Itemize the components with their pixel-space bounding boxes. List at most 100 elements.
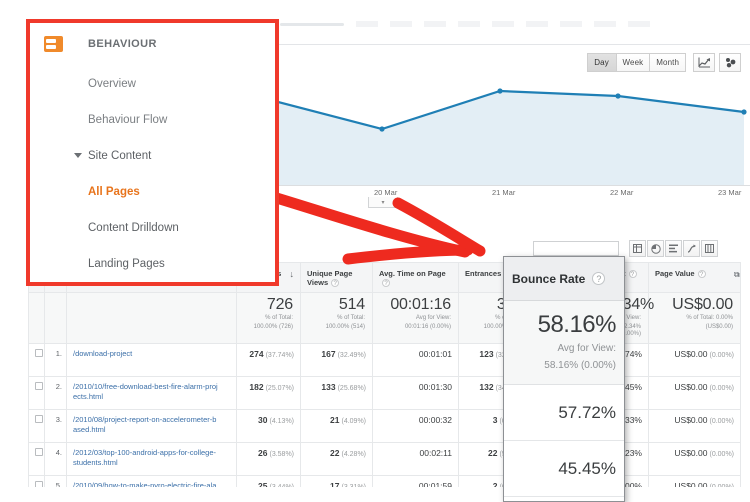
summary-avgtime-line2: 00:01:16 (0.00%) xyxy=(404,323,451,330)
page-path-link[interactable]: /download-project xyxy=(73,349,230,359)
behaviour-nav-highlight: BEHAVIOUR Overview Behaviour Flow Site C… xyxy=(26,19,279,286)
popup-summary: 58.16% Avg for View: 58.16% (0.00%) xyxy=(504,301,624,385)
pie-chart-glyph xyxy=(650,243,661,254)
help-icon[interactable]: ? xyxy=(592,272,606,285)
row-pageviews: 274 (37.74%) xyxy=(236,343,301,378)
sidebar-item-label: All Pages xyxy=(88,186,140,198)
table-row[interactable]: 4. /2012/03/top-100-android-apps-for-col… xyxy=(28,270,741,477)
pageviews-pct: (25.07%) xyxy=(265,385,294,393)
sessions-line-chart xyxy=(277,82,750,188)
line-chart-glyph xyxy=(698,57,710,68)
row-page-value: US$0.00(0.00%) xyxy=(648,442,741,477)
sidebar-item-label: Overview xyxy=(88,78,136,90)
col-page-value[interactable]: Page Value? xyxy=(648,262,741,293)
granularity-week-button[interactable]: Week xyxy=(615,53,650,72)
row-checkbox[interactable] xyxy=(35,415,43,424)
help-icon[interactable]: ? xyxy=(331,279,340,288)
row-page-cell[interactable]: /2010/08/project-report-on-accelerometer… xyxy=(66,270,740,444)
row-page-value: US$0.00(0.00%) xyxy=(648,409,741,444)
value-pct: (0.00%) xyxy=(709,418,734,426)
unique-pct: (4.09%) xyxy=(341,418,366,426)
pageviews-value: 274 xyxy=(249,349,264,360)
table-view-icon[interactable] xyxy=(629,240,646,257)
pageviews-value: 26 xyxy=(258,448,268,459)
help-icon[interactable]: ? xyxy=(697,270,706,279)
unique-value: 133 xyxy=(321,382,336,393)
table-view-toolbar xyxy=(629,240,718,257)
sidebar-item-all-pages[interactable]: All Pages xyxy=(30,174,275,210)
chevron-down-icon[interactable] xyxy=(74,153,82,158)
table-row[interactable]: 3. /2010/08/project-report-on-accelerome… xyxy=(28,270,741,444)
row-checkbox-cell[interactable] xyxy=(28,376,45,411)
entrances-value: 132 xyxy=(479,382,494,393)
table-row[interactable]: 2. /2010/10/free-download-best-fire-alar… xyxy=(28,270,741,411)
chart-date-handle[interactable]: ▾ xyxy=(368,197,398,208)
table-view-glyph xyxy=(633,244,642,253)
row-checkbox-cell[interactable] xyxy=(28,442,45,477)
sidebar-item-label: Landing Pages xyxy=(88,258,165,270)
scatter-plot-glyph xyxy=(725,58,735,68)
chart-x-tick-labels: 20 Mar 21 Mar 22 Mar 23 Mar xyxy=(278,186,750,202)
bar-chart-icon[interactable] xyxy=(665,240,682,257)
bar-chart-glyph xyxy=(668,244,678,253)
comparison-icon[interactable] xyxy=(683,240,700,257)
row-checkbox-cell[interactable] xyxy=(28,343,45,378)
header-ghost-text xyxy=(356,21,656,27)
page-path-link[interactable]: /2010/08/project-report-on-accelerometer… xyxy=(73,415,230,435)
col-entrances-label: Entrances xyxy=(465,269,502,278)
table-search-input[interactable] xyxy=(533,241,619,256)
row-checkbox-cell[interactable] xyxy=(28,409,45,444)
pie-chart-icon[interactable] xyxy=(647,240,664,257)
pageviews-pct: (4.13%) xyxy=(269,418,294,426)
row-unique: 133 (25.68%) xyxy=(300,376,373,411)
granularity-button-group: Day Week Month xyxy=(586,53,686,72)
page-path-link[interactable]: /2012/03/top-100-android-apps-for-colleg… xyxy=(73,448,230,468)
value-pct: (0.00%) xyxy=(709,385,734,393)
pageviews-pct: (37.74%) xyxy=(265,352,294,360)
unique-value: 22 xyxy=(330,448,340,459)
row-page-cell[interactable]: /2010/10/free-download-best-fire-alarm-p… xyxy=(66,270,740,411)
popup-title: Bounce Rate xyxy=(512,271,586,286)
sidebar-item-content-drilldown[interactable]: Content Drilldown xyxy=(30,210,275,246)
sidebar-item-overview[interactable]: Overview xyxy=(30,66,275,102)
row-page-cell[interactable]: /2012/03/top-100-android-apps-for-colleg… xyxy=(66,270,740,477)
sidebar-item-label: Content Drilldown xyxy=(88,222,179,234)
summary-unique-line2: 100.00% (514) xyxy=(325,323,365,330)
sidebar-item-site-content[interactable]: Site Content xyxy=(30,138,275,174)
scatter-plot-icon[interactable] xyxy=(719,53,741,72)
comparison-glyph xyxy=(687,244,696,253)
table-summary-row: 726 % of Total: 100.00% (726) 514 % of T… xyxy=(28,291,741,345)
col-unique-pageviews[interactable]: Unique Page Views? xyxy=(300,262,373,293)
row-pageviews: 26 (3.58%) xyxy=(236,442,301,477)
summary-blank xyxy=(28,291,45,345)
row-checkbox[interactable] xyxy=(35,382,43,391)
sidebar-item-behaviour-flow[interactable]: Behaviour Flow xyxy=(30,102,275,138)
header-divider xyxy=(278,44,750,45)
row-page-cell[interactable]: /download-project ⧉ xyxy=(66,270,740,378)
col-avg-time-on-page[interactable]: Avg. Time on Page? xyxy=(372,262,459,293)
pivot-table-icon[interactable] xyxy=(701,240,718,257)
page-path-link[interactable]: /2010/10/free-download-best-fire-alarm-p… xyxy=(73,382,230,402)
row-index: 4. xyxy=(44,442,67,477)
chart-svg xyxy=(277,88,747,185)
sidebar-item-label: Behaviour Flow xyxy=(88,114,168,126)
granularity-month-button[interactable]: Month xyxy=(649,53,686,72)
help-icon[interactable]: ? xyxy=(382,279,390,288)
value-pct: (0.00%) xyxy=(709,451,734,459)
summary-value-line1: % of Total: 0.00% xyxy=(686,314,733,321)
table-row[interactable]: 1. /download-project ⧉ 274 (37.74%) 167 (32… xyxy=(28,270,741,378)
row-checkbox[interactable] xyxy=(35,448,43,457)
chart-point xyxy=(741,109,747,115)
sidebar-item-landing-pages[interactable]: Landing Pages xyxy=(30,246,275,282)
row-checkbox[interactable] xyxy=(35,349,43,358)
line-chart-icon[interactable] xyxy=(693,53,715,72)
granularity-day-button[interactable]: Day xyxy=(586,53,616,72)
pivot-table-glyph xyxy=(705,244,714,253)
entrances-value: 123 xyxy=(479,349,494,360)
row-unique: 22 (4.28%) xyxy=(300,442,373,477)
help-icon[interactable]: ? xyxy=(628,270,637,279)
value-amount: US$0.00 xyxy=(674,382,708,393)
summary-value-line2: (US$0.00) xyxy=(705,323,733,330)
sort-descending-icon[interactable]: ↓ xyxy=(290,269,295,280)
open-link-icon[interactable]: ⧉ xyxy=(734,270,740,280)
